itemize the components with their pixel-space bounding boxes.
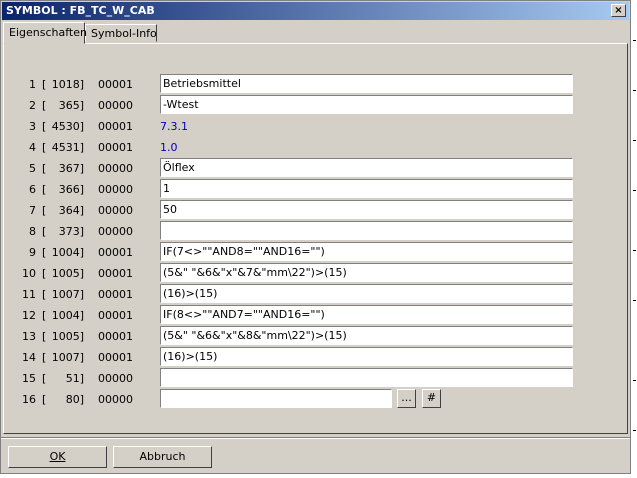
row-flag: 00000 [98, 162, 133, 175]
row-code: 1004] [51, 246, 84, 259]
row-flag: 00001 [98, 267, 133, 280]
row-flag: 00001 [98, 246, 133, 259]
property-row: 15[51] 00000 [4, 368, 624, 388]
row-flag: 00000 [98, 204, 133, 217]
row-number: 1 [29, 78, 36, 91]
row-value-field[interactable]: (16)>(15) [160, 347, 573, 366]
row-code: 4531] [51, 141, 84, 154]
row-number: 16 [22, 393, 36, 406]
row-flag: 00001 [98, 351, 133, 364]
property-row: 12[1004] 00001 IF(8<>""AND7=""AND16="") [4, 305, 624, 325]
close-button[interactable]: × [611, 4, 626, 17]
row-value-field[interactable]: (16)>(15) [160, 284, 573, 303]
row-flag: 00001 [98, 288, 133, 301]
property-row: 11[1007] 00001 (16)>(15) [4, 284, 624, 304]
row-value-field[interactable]: -Wtest [160, 95, 573, 114]
row-code: 373] [58, 225, 84, 238]
row-value-field[interactable]: 1 [160, 179, 573, 198]
row-number: 10 [22, 267, 36, 280]
row-code: 1018] [51, 78, 84, 91]
row-flag: 00000 [98, 393, 133, 406]
row-number: 9 [29, 246, 36, 259]
row-static-value: 7.3.1 [160, 120, 188, 133]
row-flag: 00000 [98, 99, 133, 112]
property-row: 7[364] 00000 50 [4, 200, 624, 220]
property-row: 8[373] 00000 [4, 221, 624, 241]
property-row: 2[365] 00000 -Wtest [4, 95, 624, 115]
row-code: 366] [58, 183, 84, 196]
cancel-button[interactable]: Abbruch [113, 446, 212, 468]
row-flag: 00000 [98, 183, 133, 196]
row-number: 11 [22, 288, 36, 301]
browse-button[interactable]: ... [397, 389, 416, 408]
hash-button[interactable]: # [422, 389, 441, 408]
row-number: 7 [29, 204, 36, 217]
row-flag: 00001 [98, 141, 133, 154]
property-row: 16[80] 00000... # [4, 389, 624, 409]
property-row: 6[366] 00000 1 [4, 179, 624, 199]
row-code: 365] [58, 99, 84, 112]
row-number: 8 [29, 225, 36, 238]
row-code: 4530] [51, 120, 84, 133]
tab-symbol-info[interactable]: Symbol-Info [85, 24, 157, 42]
property-row: 3[4530] 00001 7.3.1 [4, 116, 624, 136]
row-code: 51] [65, 372, 84, 385]
row-number: 5 [29, 162, 36, 175]
row-code: 367] [58, 162, 84, 175]
close-icon: × [614, 5, 623, 16]
row-code: 80] [65, 393, 84, 406]
row-flag: 00001 [98, 330, 133, 343]
row-static-value: 1.0 [160, 141, 178, 154]
cancel-label: Abbruch [139, 450, 186, 463]
row-value-field[interactable]: (5&" "&6&"x"&7&"mm\22")>(15) [160, 263, 573, 282]
row-number: 3 [29, 120, 36, 133]
row-number: 13 [22, 330, 36, 343]
row-code: 1007] [51, 288, 84, 301]
property-row: 9[1004] 00001 IF(7<>""AND8=""AND16="") [4, 242, 624, 262]
row-number: 12 [22, 309, 36, 322]
row-value-field[interactable] [160, 221, 573, 240]
row-value-field[interactable] [160, 389, 392, 408]
row-number: 14 [22, 351, 36, 364]
row-code: 1004] [51, 309, 84, 322]
row-code: 1005] [51, 330, 84, 343]
row-number: 2 [29, 99, 36, 112]
row-number: 15 [22, 372, 36, 385]
row-value-field[interactable]: Betriebsmittel [160, 74, 573, 93]
row-value-field[interactable]: IF(7<>""AND8=""AND16="") [160, 242, 573, 261]
row-code: 1005] [51, 267, 84, 280]
row-flag: 00000 [98, 372, 133, 385]
ok-button[interactable]: OK [8, 446, 107, 468]
properties-panel: 1[1018] 00001 Betriebsmittel 2[365] 00000 -Wt… [3, 43, 628, 434]
row-number: 6 [29, 183, 36, 196]
row-value-field[interactable]: IF(8<>""AND7=""AND16="") [160, 305, 573, 324]
row-code: 364] [58, 204, 84, 217]
row-flag: 00001 [98, 78, 133, 91]
footer-divider [1, 437, 630, 439]
property-row: 14[1007] 00001 (16)>(15) [4, 347, 624, 367]
row-flag: 00001 [98, 309, 133, 322]
tab-eigenschaften[interactable]: Eigenschaften [3, 22, 87, 44]
property-row: 1[1018] 00001 Betriebsmittel [4, 74, 624, 94]
property-row: 10[1005] 00001 (5&" "&6&"x"&7&"mm\22")>(15… [4, 263, 624, 283]
row-value-field[interactable]: Ölflex [160, 158, 573, 177]
row-number: 4 [29, 141, 36, 154]
background-edge [632, 0, 637, 478]
title-bar[interactable]: SYMBOL : FB_TC_W_CAB × [2, 2, 629, 20]
ok-label: OK [49, 450, 66, 463]
property-row: 4[4531] 00001 1.0 [4, 137, 624, 157]
symbol-dialog: SYMBOL : FB_TC_W_CAB × Eigenschaften Sym… [0, 0, 631, 474]
row-flag: 00000 [98, 225, 133, 238]
row-value-field[interactable]: (5&" "&6&"x"&8&"mm\22")>(15) [160, 326, 573, 345]
property-row: 5[367] 00000 Ölflex [4, 158, 624, 178]
window-title: SYMBOL : FB_TC_W_CAB [6, 4, 155, 17]
row-flag: 00001 [98, 120, 133, 133]
property-row: 13[1005] 00001 (5&" "&6&"x"&8&"mm\22")>(15… [4, 326, 624, 346]
row-value-field[interactable] [160, 368, 573, 387]
row-code: 1007] [51, 351, 84, 364]
row-value-field[interactable]: 50 [160, 200, 573, 219]
